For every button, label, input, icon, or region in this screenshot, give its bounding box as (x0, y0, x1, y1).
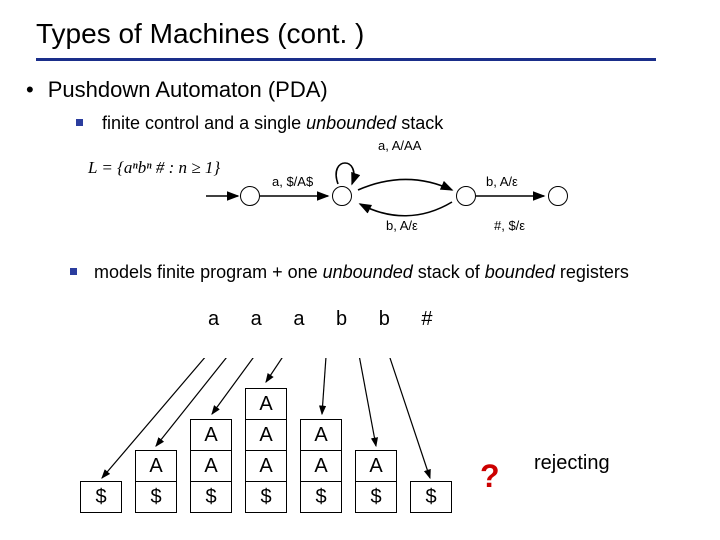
models-post: registers (555, 262, 629, 282)
trans-final: #, $/ε (494, 218, 525, 233)
trans-top: a, A/AA (378, 138, 421, 153)
question-mark: ? (480, 458, 500, 495)
stack-column: AA$ (190, 420, 232, 513)
b2-pre: finite control and a single (102, 113, 306, 133)
trans-bottom: b, A/ε (386, 218, 418, 233)
bullet-pda: Pushdown Automaton (PDA) (26, 77, 690, 103)
models-pre: models finite program + one (94, 262, 323, 282)
stack-column: A$ (135, 451, 177, 513)
state-q0 (240, 186, 260, 206)
rejecting-label: rejecting (534, 452, 610, 475)
stack-cell: A (245, 388, 287, 420)
stack-cell: A (135, 450, 177, 482)
stack-cell: $ (80, 481, 122, 513)
models-mid: stack of (413, 262, 485, 282)
stack-cell: A (355, 450, 397, 482)
input-tape: a a a b b # (208, 308, 446, 331)
trans-right: b, A/ε (486, 174, 518, 189)
state-q3 (548, 186, 568, 206)
models-em2: bounded (485, 262, 555, 282)
stack-cell: A (190, 419, 232, 451)
b2-em: unbounded (306, 113, 396, 133)
stack-cell: A (300, 450, 342, 482)
state-q1 (332, 186, 352, 206)
models-em1: unbounded (323, 262, 413, 282)
stack-column: $ (80, 482, 122, 513)
page-title: Types of Machines (cont. ) (36, 18, 656, 61)
stack-column: AAA$ (245, 389, 287, 513)
stack-column: AA$ (300, 420, 342, 513)
diagram-arrows (200, 138, 600, 258)
stack-cell: A (300, 419, 342, 451)
stack-column: A$ (355, 451, 397, 513)
b2-post: stack (396, 113, 443, 133)
stack-cell: $ (355, 481, 397, 513)
stack-cell: $ (135, 481, 177, 513)
bullet-models: models finite program + one unbounded st… (70, 262, 629, 283)
stack-cell: $ (245, 481, 287, 513)
stack-cell: $ (190, 481, 232, 513)
state-q2 (456, 186, 476, 206)
stack-trace: $A$AA$AAA$AA$A$$ ? rejecting (80, 358, 640, 528)
stack-column: $ (410, 482, 452, 513)
bullet-finite-control: finite control and a single unbounded st… (76, 113, 690, 134)
stack-cell: A (245, 450, 287, 482)
stack-cell: $ (410, 481, 452, 513)
pda-diagram: a, A/AA a, $/A$ b, A/ε b, A/ε #, $/ε (200, 138, 600, 248)
stack-cell: A (245, 419, 287, 451)
trans-left: a, $/A$ (272, 174, 313, 189)
stack-cell: A (190, 450, 232, 482)
stack-cell: $ (300, 481, 342, 513)
